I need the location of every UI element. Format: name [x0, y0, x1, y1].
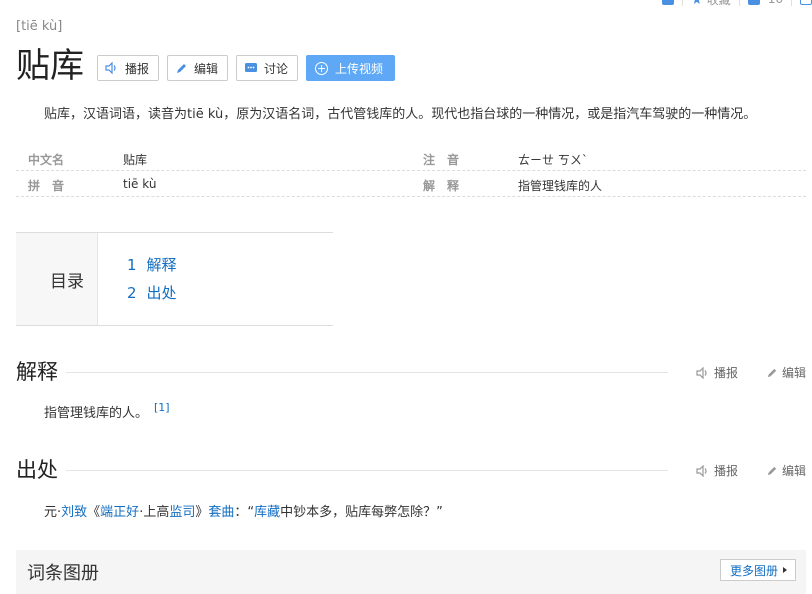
- discuss-label: 讨论: [264, 61, 289, 76]
- edit-label: 编辑: [194, 61, 219, 76]
- info-key: 解 释: [423, 179, 460, 193]
- share-outline-icon[interactable]: [800, 0, 812, 5]
- discuss-button[interactable]: 讨论: [236, 55, 299, 81]
- page-title: 贴库: [16, 46, 84, 86]
- genre-link[interactable]: 套曲: [208, 505, 234, 520]
- speaker-icon: [105, 62, 119, 74]
- word-link[interactable]: 库藏: [254, 505, 280, 520]
- section-explanation: 解释 播报 编辑: [16, 357, 806, 387]
- like-count: 16: [768, 0, 783, 6]
- title-pinyin: [tiē kù]: [16, 19, 63, 34]
- upload-video-button[interactable]: + 上传视频: [306, 55, 396, 81]
- toc-item-number: 2: [127, 284, 137, 302]
- source-text: ：“: [234, 505, 255, 520]
- divider: [682, 0, 684, 6]
- info-row: 拼 音 tiē kù 解 释 指管理钱库的人: [16, 171, 806, 197]
- section-edit-button[interactable]: 编辑: [766, 364, 806, 381]
- info-key: 拼 音: [28, 179, 65, 193]
- table-of-contents: 目录 1 解释 2 出处: [16, 232, 333, 326]
- info-value: tiē kù: [123, 177, 157, 191]
- section-title: 解释: [16, 357, 66, 387]
- info-key: 中文名: [28, 153, 65, 167]
- info-key: 注 音: [423, 153, 460, 167]
- section-divider: [16, 372, 668, 373]
- source-text: 元·: [44, 505, 62, 520]
- toc-item-label: 解释: [146, 256, 177, 274]
- summary-text: 贴库，汉语词语，读音为tiē kù，原为汉语名词，古代管钱库的人。现代也指台球的…: [44, 107, 757, 122]
- toc-items: 1 解释 2 出处: [98, 233, 177, 325]
- toc-label: 目录: [16, 233, 98, 325]
- pencil-icon: [175, 62, 188, 75]
- play-label: 播报: [125, 61, 150, 76]
- toc-item-number: 1: [127, 256, 137, 274]
- work-link[interactable]: 端正好: [100, 505, 139, 520]
- plus-circle-icon: +: [315, 61, 329, 75]
- toc-item-source[interactable]: 2 出处: [127, 279, 177, 307]
- album-title: 词条图册: [27, 563, 99, 584]
- edit-label: 编辑: [782, 366, 807, 380]
- top-utility-bar: ★ 收藏 16: [662, 0, 812, 8]
- star-icon: ★: [691, 0, 703, 8]
- divider: [738, 0, 740, 6]
- definition-paragraph: 指管理钱库的人。 [1]: [44, 401, 170, 421]
- collect-label: 收藏: [707, 0, 731, 7]
- chat-icon: [244, 62, 258, 74]
- info-value: 指管理钱库的人: [518, 179, 603, 193]
- basic-info-table: 中文名 贴库 注 音 ㄊㄧㄝ ㄎㄨˋ 拼 音 tiē kù 解 释 指管理钱库的…: [16, 145, 806, 197]
- title-actions: 播报 编辑 讨论 + 上传视频: [97, 55, 396, 81]
- pencil-icon: [767, 466, 777, 475]
- reference-link[interactable]: [1]: [154, 401, 170, 414]
- info-value: ㄊㄧㄝ ㄎㄨˋ: [518, 153, 588, 167]
- info-value: 贴库: [123, 153, 148, 167]
- edit-button[interactable]: 编辑: [167, 55, 229, 81]
- toc-item-explanation[interactable]: 1 解释: [127, 251, 177, 279]
- play-label: 播报: [714, 464, 739, 478]
- arrow-right-icon: [783, 567, 787, 573]
- more-albums-label: 更多图册: [729, 563, 778, 578]
- edit-label: 编辑: [782, 464, 807, 478]
- source-text: 中钞本多，贴库每弊怎除？”: [280, 505, 443, 520]
- section-title: 出处: [16, 455, 66, 485]
- like-button[interactable]: 16: [747, 0, 783, 6]
- source-paragraph: 元·刘致《端正好·上高监司》套曲：“库藏中钞本多，贴库每弊怎除？”: [44, 501, 443, 520]
- section-divider: [16, 470, 668, 471]
- section-edit-button[interactable]: 编辑: [766, 462, 806, 479]
- thumb-up-icon: [747, 0, 760, 5]
- author-link[interactable]: 刘致: [61, 505, 87, 520]
- entry-album: 词条图册 更多图册: [16, 550, 806, 594]
- speaker-icon: [696, 366, 707, 379]
- section-play-button[interactable]: 播报: [696, 462, 738, 479]
- toc-item-label: 出处: [146, 284, 177, 302]
- more-albums-button[interactable]: 更多图册: [719, 559, 796, 581]
- definition-text: 指管理钱库的人。: [44, 406, 149, 421]
- section-source: 出处 播报 编辑: [16, 455, 806, 485]
- upload-video-label: 上传视频: [335, 61, 384, 76]
- section-play-button[interactable]: 播报: [696, 364, 738, 381]
- play-button[interactable]: 播报: [97, 55, 160, 81]
- info-row: 中文名 贴库 注 音 ㄊㄧㄝ ㄎㄨˋ: [16, 145, 806, 171]
- divider: [791, 0, 792, 6]
- play-label: 播报: [714, 366, 739, 380]
- share-icon[interactable]: [662, 0, 675, 5]
- collect-button[interactable]: ★ 收藏: [691, 0, 731, 8]
- source-text: 》: [195, 505, 209, 520]
- source-text: 《: [87, 505, 101, 520]
- work2-link[interactable]: 监司: [169, 505, 195, 520]
- speaker-icon: [696, 464, 707, 477]
- pencil-icon: [767, 368, 777, 377]
- source-text: ·上高: [139, 505, 170, 520]
